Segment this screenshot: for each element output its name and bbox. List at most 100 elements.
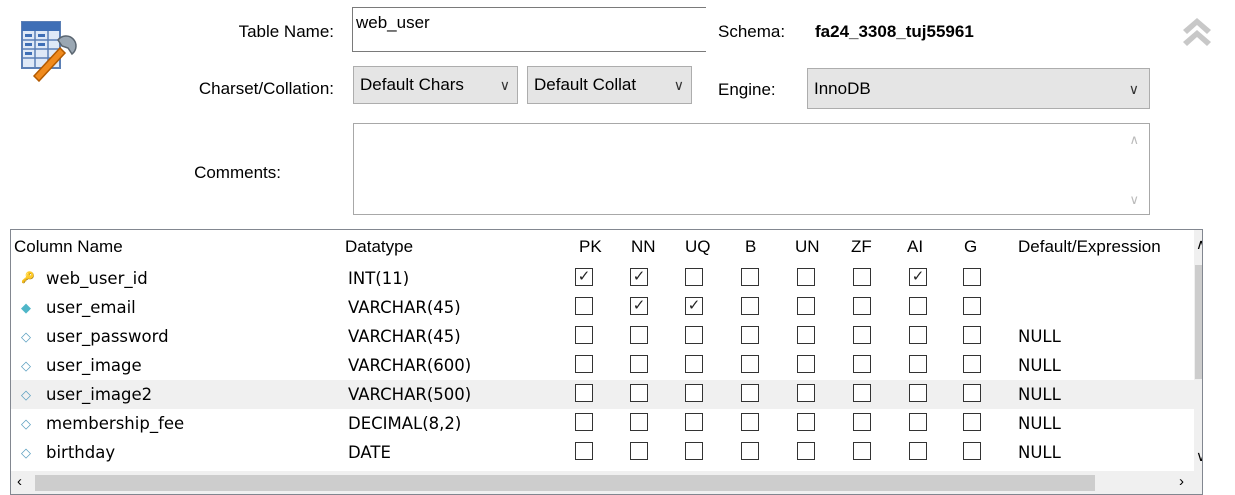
datatype-cell[interactable]: VARCHAR(45) [348, 322, 461, 351]
scroll-right-icon[interactable]: › [1179, 473, 1184, 490]
header-zf[interactable]: ZF [851, 230, 872, 264]
datatype-cell[interactable]: INT(11) [348, 264, 409, 293]
column-name-cell[interactable]: birthday [46, 438, 115, 467]
header-g[interactable]: G [964, 230, 977, 264]
header-un[interactable]: UN [795, 230, 820, 264]
table-row[interactable]: ◇ user_password VARCHAR(45) NULL [11, 322, 1201, 351]
datatype-cell[interactable]: DATE [348, 438, 391, 467]
uq-checkbox[interactable] [685, 384, 703, 402]
uq-checkbox[interactable] [685, 413, 703, 431]
pk-checkbox[interactable] [575, 413, 593, 431]
zf-checkbox[interactable] [853, 355, 871, 373]
horizontal-scrollbar[interactable]: ‹ › [11, 471, 1194, 494]
un-checkbox[interactable] [797, 297, 815, 315]
pk-checkbox[interactable] [575, 297, 593, 315]
g-checkbox[interactable] [963, 384, 981, 402]
table-row[interactable]: 🔑 web_user_id INT(11) ✓ ✓ ✓ [11, 264, 1201, 293]
g-checkbox[interactable] [963, 355, 981, 373]
nn-checkbox[interactable]: ✓ [630, 297, 648, 315]
column-name-cell[interactable]: user_image2 [46, 380, 152, 409]
nn-checkbox[interactable] [630, 442, 648, 460]
table-row[interactable]: ◆ user_email VARCHAR(45) ✓ ✓ [11, 293, 1201, 322]
b-checkbox[interactable] [741, 326, 759, 344]
column-name-cell[interactable]: membership_fee [46, 409, 184, 438]
zf-checkbox[interactable] [853, 384, 871, 402]
ai-checkbox[interactable] [909, 297, 927, 315]
b-checkbox[interactable] [741, 442, 759, 460]
uq-checkbox[interactable] [685, 326, 703, 344]
scrollbar-thumb[interactable] [1195, 265, 1202, 379]
ai-checkbox[interactable] [909, 355, 927, 373]
g-checkbox[interactable] [963, 413, 981, 431]
nn-checkbox[interactable] [630, 355, 648, 373]
nn-checkbox[interactable] [630, 326, 648, 344]
charset-select[interactable]: Default Chars ∨ [353, 66, 518, 104]
ai-checkbox[interactable]: ✓ [909, 268, 927, 286]
pk-checkbox[interactable] [575, 355, 593, 373]
header-pk[interactable]: PK [579, 230, 602, 264]
vertical-scrollbar[interactable]: ∧ ∨ [1194, 230, 1202, 494]
collation-select[interactable]: Default Collat ∨ [527, 66, 692, 104]
scroll-left-icon[interactable]: ‹ [17, 473, 22, 490]
column-name-cell[interactable]: user_image [46, 351, 142, 380]
columns-grid[interactable]: Column Name Datatype PK NN UQ B UN ZF AI… [10, 229, 1203, 495]
table-row[interactable]: ◇ user_image2 VARCHAR(500) NULL [11, 380, 1201, 409]
hscrollbar-thumb[interactable] [35, 475, 1095, 491]
un-checkbox[interactable] [797, 268, 815, 286]
scroll-up-icon[interactable]: ∧ [1129, 132, 1139, 148]
column-name-cell[interactable]: user_password [46, 322, 169, 351]
ai-checkbox[interactable] [909, 326, 927, 344]
table-name-input[interactable]: web_user [352, 7, 706, 52]
scroll-down-icon[interactable]: ∨ [1196, 448, 1202, 465]
b-checkbox[interactable] [741, 384, 759, 402]
zf-checkbox[interactable] [853, 326, 871, 344]
zf-checkbox[interactable] [853, 442, 871, 460]
un-checkbox[interactable] [797, 326, 815, 344]
un-checkbox[interactable] [797, 413, 815, 431]
g-checkbox[interactable] [963, 268, 981, 286]
header-column-name[interactable]: Column Name [14, 230, 123, 264]
un-checkbox[interactable] [797, 442, 815, 460]
default-cell[interactable]: NULL [1018, 438, 1061, 467]
nn-checkbox[interactable] [630, 413, 648, 431]
nn-checkbox[interactable] [630, 384, 648, 402]
uq-checkbox[interactable]: ✓ [685, 297, 703, 315]
engine-select[interactable]: InnoDB ∨ [807, 68, 1150, 109]
pk-checkbox[interactable] [575, 384, 593, 402]
pk-checkbox[interactable] [575, 326, 593, 344]
table-row[interactable]: ◇ membership_fee DECIMAL(8,2) NULL [11, 409, 1201, 438]
header-default[interactable]: Default/Expression [1018, 230, 1161, 264]
un-checkbox[interactable] [797, 355, 815, 373]
un-checkbox[interactable] [797, 384, 815, 402]
scroll-down-icon[interactable]: ∨ [1129, 192, 1139, 208]
uq-checkbox[interactable] [685, 442, 703, 460]
b-checkbox[interactable] [741, 355, 759, 373]
datatype-cell[interactable]: VARCHAR(45) [348, 293, 461, 322]
double-chevron-up-icon[interactable] [1177, 8, 1217, 48]
header-ai[interactable]: AI [907, 230, 923, 264]
g-checkbox[interactable] [963, 326, 981, 344]
datatype-cell[interactable]: DECIMAL(8,2) [348, 409, 461, 438]
pk-checkbox[interactable]: ✓ [575, 268, 593, 286]
pk-checkbox[interactable] [575, 442, 593, 460]
datatype-cell[interactable]: VARCHAR(600) [348, 351, 471, 380]
default-cell[interactable]: NULL [1018, 322, 1061, 351]
column-name-cell[interactable]: user_email [46, 293, 136, 322]
g-checkbox[interactable] [963, 297, 981, 315]
table-row[interactable]: ◇ user_image VARCHAR(600) NULL [11, 351, 1201, 380]
scroll-up-icon[interactable]: ∧ [1196, 236, 1202, 253]
default-cell[interactable]: NULL [1018, 351, 1061, 380]
header-datatype[interactable]: Datatype [345, 230, 413, 264]
header-nn[interactable]: NN [631, 230, 656, 264]
default-cell[interactable]: NULL [1018, 380, 1061, 409]
table-row[interactable]: ◇ birthday DATE NULL [11, 438, 1201, 467]
datatype-cell[interactable]: VARCHAR(500) [348, 380, 471, 409]
nn-checkbox[interactable]: ✓ [630, 268, 648, 286]
zf-checkbox[interactable] [853, 297, 871, 315]
uq-checkbox[interactable] [685, 355, 703, 373]
b-checkbox[interactable] [741, 297, 759, 315]
ai-checkbox[interactable] [909, 442, 927, 460]
ai-checkbox[interactable] [909, 384, 927, 402]
header-b[interactable]: B [745, 230, 756, 264]
comments-textarea[interactable]: ∧ ∨ [353, 123, 1150, 215]
